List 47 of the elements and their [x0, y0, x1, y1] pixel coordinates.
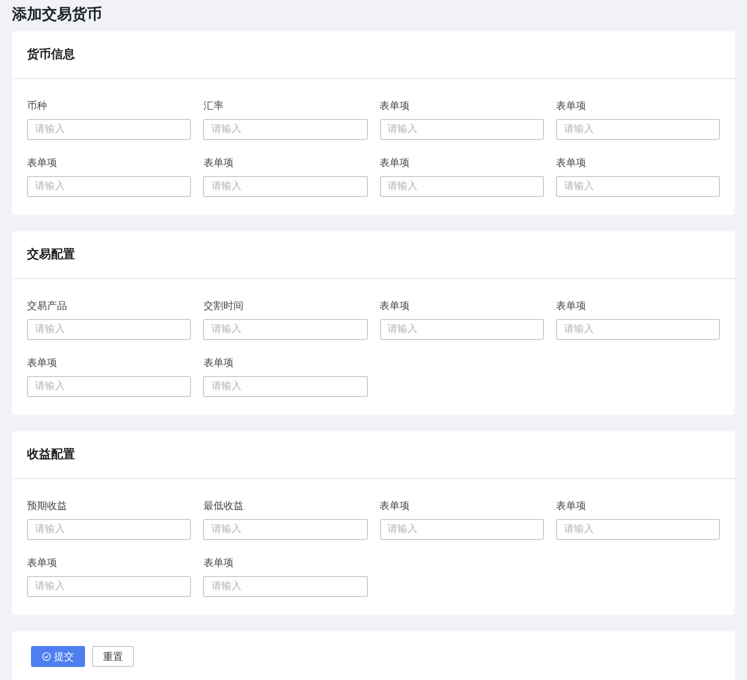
- field-label: 表单项: [380, 158, 410, 170]
- input-field[interactable]: 请输入: [556, 319, 720, 340]
- section-title: 货币信息: [27, 46, 75, 63]
- input-field[interactable]: 请输入: [203, 376, 368, 397]
- input-field[interactable]: 请输入: [556, 176, 720, 197]
- input-field[interactable]: 请输入: [27, 319, 192, 340]
- page-title: 添加交易货币: [12, 4, 103, 25]
- field-label: 汇率: [203, 101, 224, 113]
- input-field[interactable]: 请输入: [203, 319, 368, 340]
- check-circle-icon: [42, 652, 51, 661]
- input-field[interactable]: 请输入: [27, 376, 192, 397]
- field-label: 表单项: [203, 358, 234, 370]
- input-field[interactable]: 请输入: [203, 119, 368, 140]
- input-field[interactable]: 请输入: [27, 576, 192, 597]
- field-label: 表单项: [203, 158, 234, 170]
- input-field[interactable]: 请输入: [380, 319, 544, 340]
- input-field[interactable]: 请输入: [27, 119, 192, 140]
- input-field[interactable]: 请输入: [27, 519, 192, 540]
- field-label: 表单项: [556, 101, 586, 113]
- field-label: 表单项: [556, 501, 586, 513]
- field-label: 最低收益: [203, 501, 244, 513]
- field-label: 表单项: [27, 358, 57, 370]
- input-field[interactable]: 请输入: [27, 176, 192, 197]
- field-label: 交易产品: [27, 301, 67, 313]
- section-title: 收益配置: [27, 446, 75, 463]
- input-field[interactable]: 请输入: [203, 176, 368, 197]
- input-field[interactable]: 请输入: [556, 519, 720, 540]
- input-field[interactable]: 请输入: [556, 119, 720, 140]
- input-field[interactable]: 请输入: [380, 176, 544, 197]
- input-field[interactable]: 请输入: [380, 519, 544, 540]
- field-label: 表单项: [380, 501, 410, 513]
- field-label: 表单项: [27, 558, 57, 570]
- field-label: 交割时间: [203, 301, 244, 313]
- reset-button[interactable]: 重置: [92, 646, 134, 667]
- input-field[interactable]: 请输入: [380, 119, 544, 140]
- input-field[interactable]: 请输入: [203, 519, 368, 540]
- input-field[interactable]: 请输入: [203, 576, 368, 597]
- field-label: 表单项: [380, 101, 410, 113]
- section-title: 交易配置: [27, 246, 75, 263]
- field-label: 表单项: [203, 558, 234, 570]
- field-label: 表单项: [380, 301, 410, 313]
- field-label: 币种: [27, 101, 47, 113]
- field-label: 表单项: [556, 158, 586, 170]
- field-label: 表单项: [556, 301, 586, 313]
- field-label: 预期收益: [27, 501, 67, 513]
- submit-button[interactable]: 提交: [31, 646, 85, 667]
- field-label: 表单项: [27, 158, 57, 170]
